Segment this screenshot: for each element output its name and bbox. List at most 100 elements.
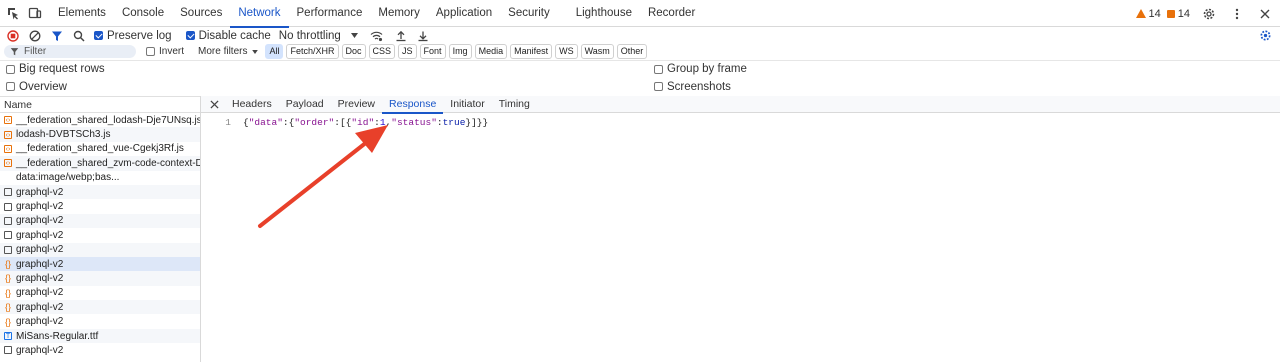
type-filter-media[interactable]: Media [474,44,508,59]
big-request-rows-check[interactable] [6,64,15,74]
tab-lighthouse[interactable]: Lighthouse [568,0,640,27]
request-row[interactable]: T MiSans-Regular.ttf [0,328,200,344]
device-toolbar-icon[interactable] [26,4,44,22]
request-row[interactable]: {} graphql-v2 [0,286,200,300]
tab-recorder[interactable]: Recorder [640,0,703,27]
devtools-tabs: Elements Console Sources Network Perform… [50,0,703,28]
tab-application[interactable]: Application [428,0,500,27]
record-stop-icon[interactable] [4,27,22,45]
type-filter-wasm[interactable]: Wasm [580,44,614,59]
request-row[interactable]: {} graphql-v2 [0,271,200,286]
issues-badge[interactable]: 14 [1166,7,1190,20]
request-row[interactable]: graphql-v2 [0,242,200,257]
request-row[interactable]: graphql-v2 [0,213,200,229]
filter-funnel-icon[interactable] [48,27,66,45]
request-row[interactable]: ‹› __federation_shared_vue-Cgekj3Rf.js [0,142,200,156]
close-devtools-icon[interactable] [1256,5,1274,23]
request-name: MiSans-Regular.ttf [16,330,99,342]
overview-check[interactable] [6,82,15,91]
settings-gear-icon[interactable] [1200,5,1218,23]
tab-timing[interactable]: Timing [492,96,537,113]
disable-cache-check[interactable] [185,31,195,40]
document-icon [4,245,12,254]
screenshots-checkbox[interactable]: Screenshots [654,81,731,93]
request-row[interactable]: {} graphql-v2 [0,256,200,272]
tab-payload[interactable]: Payload [279,96,331,113]
type-filter-css[interactable]: CSS [368,44,396,59]
clear-icon[interactable] [26,27,44,45]
request-row[interactable]: graphql-v2 [0,199,200,213]
script-file-icon: ‹› [4,130,12,139]
type-filter-fetch-xhr[interactable]: Fetch/XHR [286,44,339,59]
request-row[interactable]: graphql-v2 [0,228,200,242]
type-filter-font[interactable]: Font [419,44,446,59]
issues-count: 14 [1177,7,1190,20]
script-file-icon: ‹› [4,159,12,168]
tab-elements[interactable]: Elements [50,0,114,27]
throttling-select[interactable]: No throttling [279,30,358,42]
network-settings-gear-icon[interactable] [1256,27,1274,45]
screenshots-check[interactable] [654,82,663,91]
tab-sources[interactable]: Sources [172,0,230,27]
type-filter-img[interactable]: Img [448,44,472,59]
type-filter-all[interactable]: All [265,44,284,59]
type-filter-other[interactable]: Other [616,44,648,59]
fetch-braces-icon: {} [4,287,11,298]
request-name: graphql-v2 [16,244,64,256]
network-conditions-icon[interactable] [368,27,386,45]
document-icon [4,202,12,211]
tab-network[interactable]: Network [230,0,289,28]
tab-security[interactable]: Security [500,0,558,27]
close-detail-icon[interactable] [205,95,223,113]
overview-label: Overview [19,80,67,93]
tab-preview[interactable]: Preview [331,96,382,113]
name-column-header[interactable]: Name [0,96,200,113]
invert-check[interactable] [146,47,155,56]
inspect-element-icon[interactable] [4,4,22,22]
import-har-icon[interactable] [392,27,410,45]
tab-initiator[interactable]: Initiator [443,96,491,113]
search-icon[interactable] [70,27,88,45]
tab-response[interactable]: Response [382,96,444,114]
request-name: graphql-v2 [16,316,64,328]
export-har-icon[interactable] [414,27,432,45]
tab-headers[interactable]: Headers [225,96,279,113]
big-request-rows-checkbox[interactable]: Big request rows [6,63,105,75]
type-filter-js[interactable]: JS [398,44,417,59]
invert-checkbox[interactable]: Invert [146,46,184,57]
request-row[interactable]: {} graphql-v2 [0,300,200,315]
detail-tabs: Headers Payload Preview Response Initiat… [201,95,1280,114]
request-row[interactable]: ‹› __federation_shared_zvm-code-context-D… [0,156,200,171]
response-line: 1 {"data":{"order":[{"id":1,"status":tru… [201,115,1280,129]
type-filter-ws[interactable]: WS [555,44,578,59]
request-name: __federation_shared_zvm-code-context-Dxr… [16,157,200,169]
line-number: 1 [225,116,231,128]
preserve-log-check[interactable] [94,31,103,40]
type-filter-manifest[interactable]: Manifest [510,44,553,59]
group-by-frame-check[interactable] [654,64,663,74]
request-row[interactable]: graphql-v2 [0,184,200,200]
group-by-frame-checkbox[interactable]: Group by frame [654,63,747,75]
fetch-braces-icon: {} [4,302,11,313]
devtools-tabbar: Elements Console Sources Network Perform… [0,0,1280,28]
more-options-icon[interactable] [1228,5,1246,23]
overview-checkbox[interactable]: Overview [6,81,67,93]
request-row[interactable]: ‹› __federation_shared_lodash-Dje7UNsq.js [0,113,200,127]
request-row[interactable]: graphql-v2 [0,343,200,357]
request-name: lodash-DVBTSCh3.js [16,129,111,141]
warning-badge[interactable]: 14 [1135,8,1161,20]
type-filter-doc[interactable]: Doc [341,44,366,59]
request-row[interactable]: {} graphql-v2 [0,314,200,328]
disable-cache-checkbox[interactable]: Disable cache [185,30,271,42]
request-row[interactable]: data:image/webp;bas... [0,171,200,185]
preserve-log-checkbox[interactable]: Preserve log [94,30,172,42]
filter-input[interactable]: Filter [4,45,136,58]
tab-console[interactable]: Console [114,0,172,27]
request-name: __federation_shared_lodash-Dje7UNsq.js [16,114,200,126]
response-body[interactable]: {"data":{"order":[{"id":1,"status":true}… [243,117,488,128]
tab-memory[interactable]: Memory [370,0,428,27]
request-name: data:image/webp;bas... [16,172,120,184]
more-filters-dropdown[interactable]: More filters [198,46,259,57]
request-row[interactable]: ‹› lodash-DVBTSCh3.js [0,127,200,142]
tab-performance[interactable]: Performance [289,0,371,27]
